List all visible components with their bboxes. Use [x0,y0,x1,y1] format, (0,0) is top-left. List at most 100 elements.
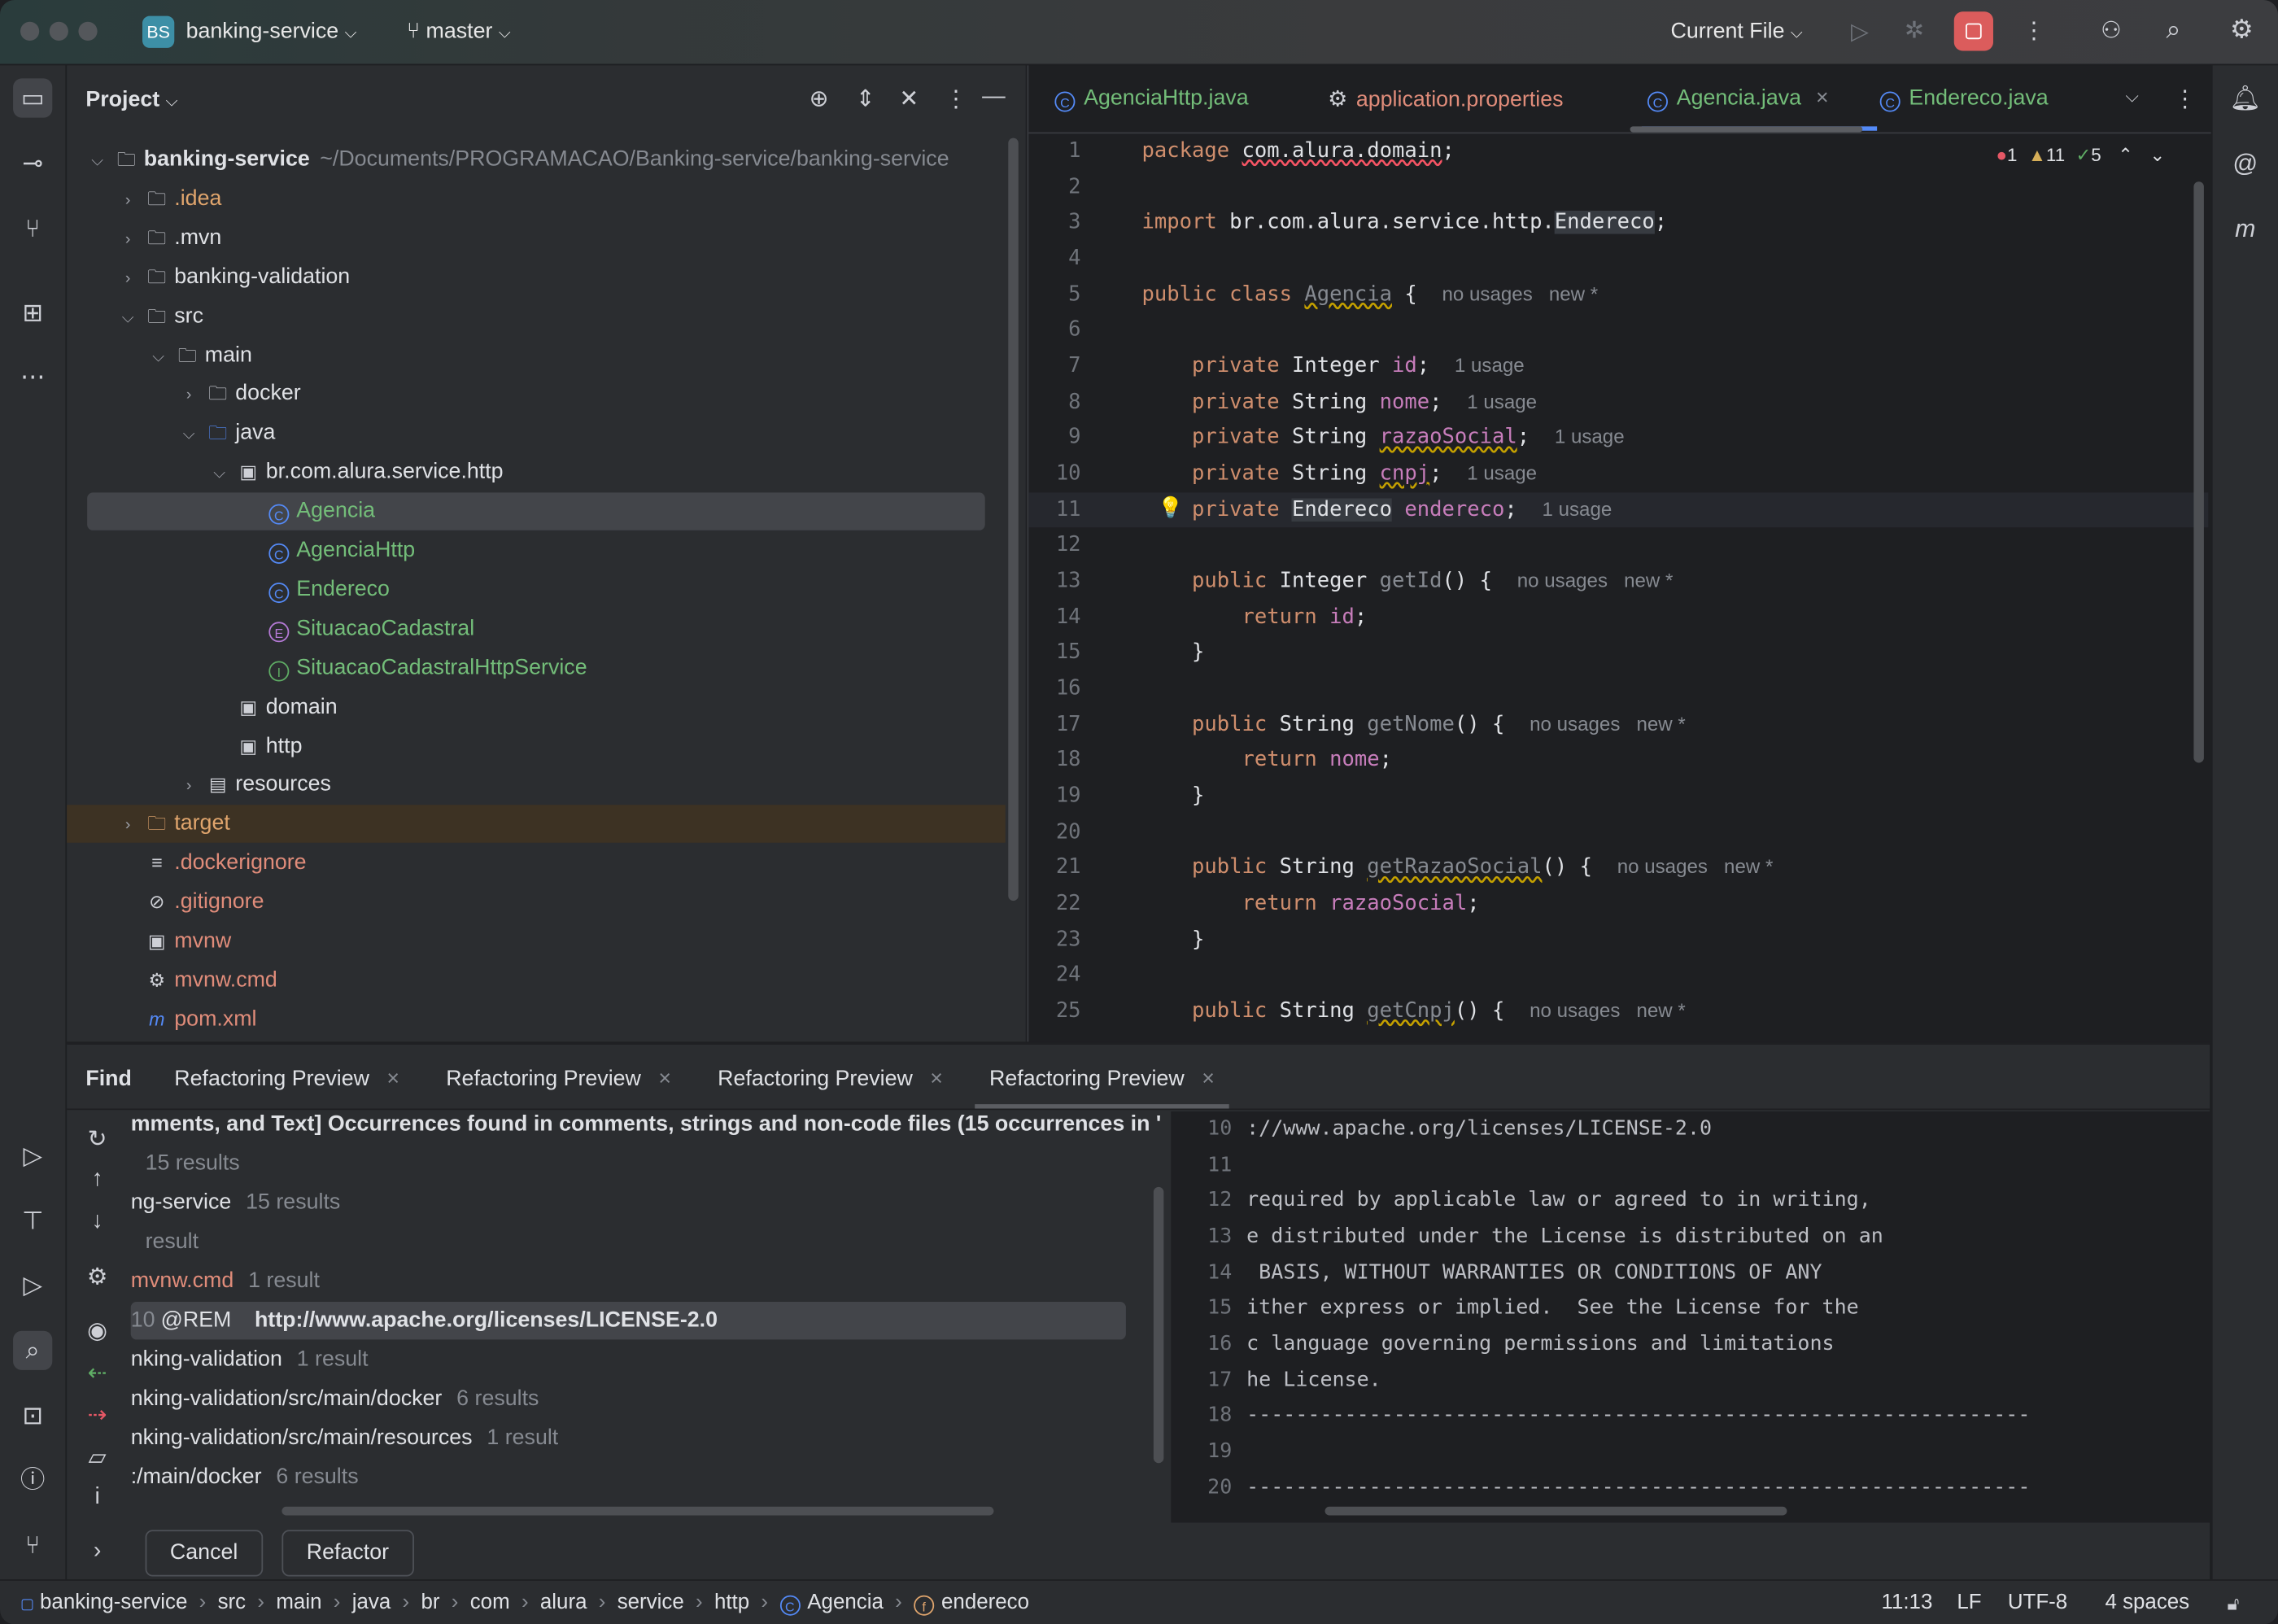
breadcrumb-item[interactable]: Agencia [807,1591,884,1614]
minimize-window-button[interactable] [49,21,68,41]
refactor-button[interactable]: Refactor [281,1530,414,1577]
tree-item[interactable]: › 🗀 .idea [67,180,1006,217]
result-row[interactable]: :/main/docker 6 results [131,1459,359,1496]
chevron-down-icon[interactable]: ⌵ [209,455,229,492]
tree-item[interactable]: ⌵ 🗀 src [67,297,1006,334]
chevron-down-icon[interactable]: ⌵ [87,142,107,180]
tab-list-chevron-icon[interactable]: ⌵ [2125,85,2138,107]
tree-item[interactable]: ▣ http [67,727,1006,765]
tab-refactoring-preview[interactable]: Refactoring Preview × [718,1067,943,1091]
caret-position[interactable]: 11:13 [1881,1581,1932,1624]
chevron-right-icon[interactable]: › [179,768,199,805]
run-tool-icon[interactable]: ▷ [13,1265,52,1304]
result-row[interactable]: nking-validation/src/main/resources 1 res… [131,1420,559,1457]
inlay-hint[interactable]: no usages new * [1517,570,1674,592]
tree-item[interactable]: ⌵ 🗀 java [67,414,1006,452]
problems-icon[interactable]: ⓘ [13,1460,52,1500]
code-line[interactable]: 20 [1028,814,2208,850]
chevron-right-icon[interactable]: › [179,377,199,414]
code-line[interactable]: 18 return nome; [1028,743,2208,779]
maven-icon[interactable]: m [2226,209,2265,248]
close-icon[interactable]: × [658,1067,671,1091]
chevron-down-icon[interactable]: ⌵ [179,416,199,453]
code-line[interactable]: 3 import br.com.alura.service.http.Endere… [1028,205,2208,241]
tree-item[interactable]: ⊘ .gitignore [67,884,1006,921]
code-line[interactable]: 14 return id; [1028,600,2208,635]
tree-item[interactable]: › 🗀 target [67,805,1006,844]
more-icon[interactable]: ⋮ [2023,16,2046,46]
tab-agencia-java[interactable]: C Agencia.java × [1647,85,1829,112]
code-line[interactable]: 25 public String getCnpj() { no usages n… [1028,994,2208,1030]
lock-icon[interactable]: 🔓︎ [2227,1581,2239,1624]
tree-item[interactable]: ⌵ ▣ br.com.alura.service.http [67,453,1006,491]
tab-refactoring-preview[interactable]: Refactoring Preview × [989,1067,1215,1091]
expand-all-icon[interactable]: ⇕ [856,85,875,114]
git-icon[interactable]: ⑂ [13,1526,52,1565]
breadcrumb-item[interactable]: endereco [941,1591,1029,1614]
tab-refactoring-preview[interactable]: Refactoring Preview × [174,1067,399,1091]
code-line[interactable]: 1 package com.alura.domain; [1028,133,2208,169]
tree-item[interactable]: C Agencia [87,492,985,530]
inlay-hint[interactable]: 1 usage [1467,462,1537,484]
breadcrumb-item[interactable]: src [218,1591,247,1614]
commit-icon[interactable]: ⊸ [13,144,52,183]
expand-toolbar-icon[interactable]: › [76,1539,120,1581]
results-hscrollbar[interactable] [281,1506,994,1516]
result-row[interactable]: nking-validation 1 result [131,1341,369,1378]
project-tool-folder-icon[interactable]: ▭ [13,78,53,118]
inlay-hint[interactable]: 1 usage [1455,355,1525,377]
tab-options-icon[interactable]: ⋮ [2173,85,2197,114]
tree-item[interactable]: › 🗀 banking-validation [67,258,1006,295]
tree-item[interactable]: ▣ mvnw [67,923,1006,960]
close-window-button[interactable] [20,21,40,41]
project-scrollbar[interactable] [1008,138,1019,901]
result-row[interactable]: mments, and Text] Occurrences found in c… [131,1108,1162,1143]
project-panel-title[interactable]: Project ⌵ [85,87,177,111]
tree-item[interactable]: m pom.xml [67,1001,1006,1038]
inlay-hint[interactable]: 1 usage [1555,426,1625,448]
search-icon[interactable]: ⌕ [2166,15,2180,45]
code-line[interactable]: 17 public String getNome() { no usages n… [1028,707,2208,743]
code-line[interactable]: 2 [1028,169,2208,205]
code-line[interactable]: 23 } [1028,922,2208,958]
project-selector[interactable]: banking-service ⌵ [186,19,357,43]
result-row[interactable]: mvnw.cmd 1 result [131,1263,320,1300]
run-icon[interactable]: ▷ [1851,17,1869,46]
chevron-right-icon[interactable]: › [118,220,138,258]
code-line[interactable]: 11 private Endereco endereco; 1 usage [1028,491,2209,528]
code-line[interactable]: 13 public Integer getId() { no usages ne… [1028,564,2208,600]
code-line[interactable]: 15 } [1028,635,2208,671]
notifications-bell-icon[interactable]: 🔔︎ [2226,78,2265,117]
code-line[interactable]: 19 } [1028,779,2208,814]
close-icon[interactable]: × [386,1067,399,1091]
pull-requests-icon[interactable]: ⑂ [13,209,52,248]
preview-hscrollbar[interactable] [1324,1506,1787,1516]
breadcrumb-item[interactable]: http [714,1591,749,1614]
tree-item[interactable]: C Endereco [67,571,1006,609]
inlay-hint[interactable]: no usages new * [1617,856,1774,878]
debug-icon[interactable]: ✲ [1905,16,1924,46]
breadcrumb-item[interactable]: com [470,1591,510,1614]
chevron-down-icon[interactable]: ⌵ [148,338,168,375]
structure-icon[interactable]: ⊞ [13,294,52,333]
tab-scrollbar[interactable] [1630,126,1863,133]
breadcrumb-item[interactable]: main [276,1591,321,1614]
options-icon[interactable]: ⋮ [945,85,968,114]
tree-item[interactable]: C AgenciaHttp [67,532,1006,570]
code-line[interactable]: 10 private String cnpj; 1 usage [1028,456,2208,492]
chevron-down-icon[interactable]: ⌵ [118,299,138,336]
tree-item[interactable]: ≡ .dockerignore [67,845,1006,882]
settings-icon[interactable]: ⚙ [2230,15,2254,45]
code-line[interactable]: 21 public String getRazaoSocial() { no u… [1028,850,2208,886]
intention-bulb-icon[interactable]: 💡 [1158,495,1183,520]
branch-selector[interactable]: ⑂ master ⌵ [407,19,511,43]
locate-icon[interactable]: ⊕ [810,85,829,114]
tab-agenciahttp-java[interactable]: C AgenciaHttp.java [1054,85,1249,112]
inlay-hint[interactable]: 1 usage [1467,391,1537,413]
code-line[interactable]: 8 private String nome; 1 usage [1028,385,2208,421]
code-line[interactable]: 16 [1028,671,2208,707]
result-row[interactable]: 15 results [131,1145,240,1182]
close-icon[interactable]: × [1202,1067,1215,1091]
indent-setting[interactable]: 4 spaces [2105,1581,2189,1624]
code-line[interactable]: 22 return razaoSocial; [1028,886,2208,922]
